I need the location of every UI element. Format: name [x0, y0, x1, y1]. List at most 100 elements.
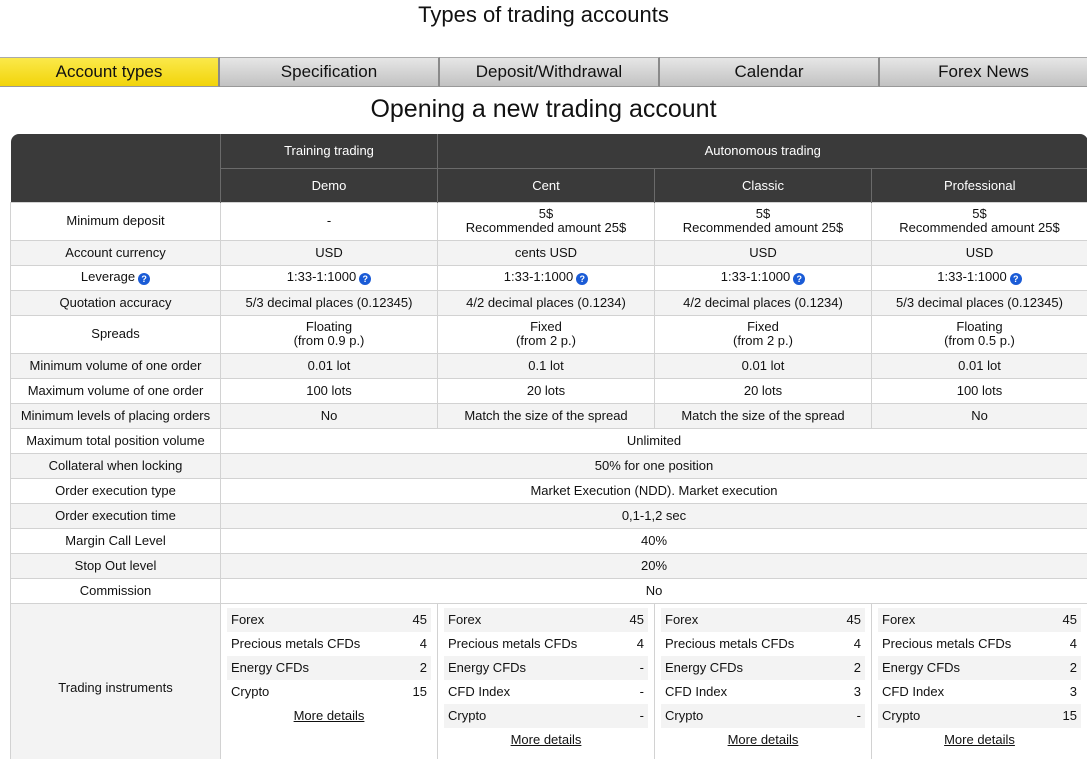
tab-specification[interactable]: Specification	[220, 57, 440, 87]
question-circle-icon[interactable]: ?	[138, 273, 151, 285]
instrument-name: Energy CFDs	[231, 659, 310, 675]
cell-line: Recommended amount 25$	[465, 220, 627, 235]
cell-demo: 100 lots	[220, 377, 438, 404]
table-row: Account currency USD cents USD USD USD	[10, 239, 1087, 266]
cell-line: Fixed	[530, 319, 562, 334]
instruments-pro: Forex 45 Precious metals CFDs 4 Energy CFDs 2…	[871, 602, 1087, 759]
instrument-row: Energy CFDs 2	[878, 655, 1081, 680]
instruments-classic: Forex 45 Precious metals CFDs 4 Energy CFDs 2…	[654, 602, 872, 759]
instruments-demo: Forex 45 Precious metals CFDs 4 Energy CFDs 2…	[220, 602, 438, 759]
cell-line: Floating	[956, 319, 1003, 334]
cell-line: (from 2 p.)	[516, 333, 576, 348]
cell-all: Market Execution (NDD). Market execution	[220, 477, 1087, 504]
header-account-classic: Classic	[654, 167, 872, 202]
cell-classic: 20 lots	[654, 377, 872, 404]
tab-account-types[interactable]: Account types	[0, 57, 220, 87]
table-row: Stop Out level 20%	[10, 552, 1087, 579]
row-label: Commission	[10, 577, 221, 604]
instrument-row: Precious metals CFDs 4	[878, 632, 1081, 656]
instrument-row: Energy CFDs 2	[227, 655, 431, 680]
tab-calendar[interactable]: Calendar	[660, 57, 880, 87]
cell-classic: 1:33-1:1000?	[654, 264, 872, 291]
instrument-row: Crypto 15	[227, 680, 431, 704]
more-details-link[interactable]: More details	[444, 728, 648, 752]
instrument-count: 3	[1069, 683, 1077, 699]
cell-line: Fixed	[747, 319, 779, 334]
row-label: Collateral when locking	[10, 452, 221, 479]
cell-cent: Fixed (from 2 p.)	[437, 314, 655, 354]
question-circle-icon[interactable]: ?	[793, 273, 806, 285]
more-details-link[interactable]: More details	[878, 728, 1081, 752]
cell-all: 20%	[220, 552, 1087, 579]
cell-line: Recommended amount 25$	[899, 220, 1060, 235]
instrument-name: Forex	[448, 611, 482, 627]
instruments-cent: Forex 45 Precious metals CFDs 4 Energy CFDs -…	[437, 602, 655, 759]
instrument-count: -	[639, 707, 644, 723]
instrument-name: Crypto	[882, 707, 921, 723]
cell-value: 1:33-1:1000	[720, 269, 791, 284]
cell-pro: No	[871, 402, 1087, 429]
row-label: Spreads	[10, 314, 221, 354]
question-circle-icon[interactable]: ?	[359, 273, 372, 285]
table-row: Maximum volume of one order 100 lots 20 …	[10, 377, 1087, 404]
cell-demo: No	[220, 402, 438, 429]
row-label: Minimum volume of one order	[10, 352, 221, 379]
instrument-list: Forex 45 Precious metals CFDs 4 Energy CFDs -…	[444, 607, 648, 728]
instrument-row: Crypto -	[661, 703, 865, 728]
cell-all: Unlimited	[220, 427, 1087, 454]
tab-forex-news[interactable]: Forex News	[880, 57, 1087, 87]
instrument-row: Crypto -	[444, 703, 648, 728]
instrument-count: 4	[419, 635, 427, 651]
cell-cent: 1:33-1:1000?	[437, 264, 655, 291]
table-row: Minimum deposit - 5$ Recommended amount 2…	[10, 201, 1087, 241]
table-row-instruments: Trading instruments Forex 45 Precious meta…	[10, 602, 1087, 759]
header-account-demo: Demo	[220, 167, 438, 202]
cell-line: (from 2 p.)	[733, 333, 793, 348]
question-circle-icon[interactable]: ?	[576, 273, 589, 285]
instrument-count: 45	[1062, 611, 1077, 627]
instrument-name: Forex	[231, 611, 265, 627]
row-label: Minimum deposit	[10, 201, 221, 241]
instrument-count: -	[856, 707, 861, 723]
row-label: Account currency	[10, 239, 221, 266]
cell-line: (from 0.9 p.)	[293, 333, 365, 348]
table-row: Commission No	[10, 577, 1087, 604]
instrument-count: 2	[1069, 659, 1077, 675]
more-details-link[interactable]: More details	[661, 728, 865, 752]
tab-deposit-withdrawal[interactable]: Deposit/Withdrawal	[440, 57, 660, 87]
instrument-name: CFD Index	[665, 683, 728, 699]
cell-value: 1:33-1:1000	[503, 269, 574, 284]
cell-pro: 1:33-1:1000?	[871, 264, 1087, 291]
instrument-list: Forex 45 Precious metals CFDs 4 Energy CFDs 2…	[878, 607, 1081, 728]
instrument-count: 2	[419, 659, 427, 675]
cell-demo: Floating (from 0.9 p.)	[220, 314, 438, 354]
cell-all: 0,1-1,2 sec	[220, 502, 1087, 529]
instrument-list: Forex 45 Precious metals CFDs 4 Energy CFDs 2…	[661, 607, 865, 728]
instrument-row: Forex 45	[878, 607, 1081, 632]
instrument-row: CFD Index 3	[661, 680, 865, 704]
question-circle-icon[interactable]: ?	[1009, 273, 1022, 285]
header-account-professional: Professional	[871, 167, 1087, 202]
cell-classic: 4/2 decimal places (0.1234)	[654, 289, 872, 316]
instrument-count: 3	[853, 683, 861, 699]
instrument-name: Energy CFDs	[665, 659, 744, 675]
instrument-name: Forex	[882, 611, 916, 627]
instrument-row: Precious metals CFDs 4	[444, 632, 648, 656]
table-row: Minimum volume of one order 0.01 lot 0.1…	[10, 352, 1087, 379]
instrument-count: -	[639, 659, 644, 675]
leverage-label: Leverage	[80, 269, 136, 284]
instrument-row: Crypto 15	[878, 703, 1081, 728]
cell-demo: 1:33-1:1000?	[220, 264, 438, 291]
instrument-name: Energy CFDs	[882, 659, 961, 675]
cell-demo: 0.01 lot	[220, 352, 438, 379]
cell-pro: Floating (from 0.5 p.)	[871, 314, 1087, 354]
instrument-count: 4	[1069, 635, 1077, 651]
more-details-link[interactable]: More details	[227, 704, 431, 728]
cell-classic: USD	[654, 239, 872, 266]
row-label: Stop Out level	[10, 552, 221, 579]
cell-cent: 5$ Recommended amount 25$	[437, 201, 655, 241]
instrument-name: Energy CFDs	[448, 659, 527, 675]
header-corner	[10, 134, 221, 202]
instrument-name: Crypto	[665, 707, 704, 723]
page-title: Types of trading accounts	[418, 2, 669, 27]
